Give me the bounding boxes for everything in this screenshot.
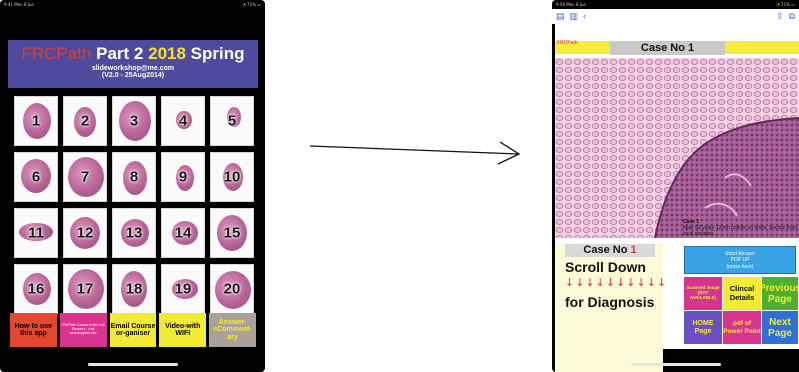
app-title: FRCPath Part 2 2018 Spring [8,44,258,64]
slide-number: 19 [174,280,192,298]
slide-number: 11 [28,224,44,242]
case-action-button[interactable]: HOME Page [684,311,722,344]
slide-number: 3 [129,112,139,130]
slide-tile[interactable]: 7 [63,152,107,202]
slide-tile[interactable]: 10 [210,152,254,202]
figure-stage: 9:41 Mon 8 Jun ◔ 71% ▭ FRCPath Part 2 20… [0,0,799,372]
slide-number: 20 [223,280,241,298]
case-label: Case No [583,244,628,256]
slide-tile[interactable]: 6 [14,152,58,202]
navigation-arrow [309,141,521,165]
slide-tile[interactable]: 19 [161,264,205,314]
case-description: Case 1 Male 52 years 12mm nodule on test… [683,219,799,237]
status-indicators: ◔ 71% ▭ [242,2,261,7]
slide-tile[interactable]: 14 [161,208,205,258]
back-chevron-icon[interactable]: ‹ [583,12,586,21]
slide-number: 7 [80,168,90,186]
title-season: Spring [190,44,245,63]
title-year: 2018 [148,44,186,63]
slide-tile[interactable]: 9 [161,152,205,202]
slide-thumbnail-grid: 1 2 3 4 5 6 7 8 9 10 11 12 13 14 15 16 17 18 19 20 [14,96,256,314]
slide-number: 14 [174,224,192,242]
slide-tile[interactable]: 8 [112,152,156,202]
short-answer-popup-button[interactable]: Short Answer POP UP (press here) [684,246,796,274]
title-frcpath: FRCPath [21,44,92,63]
status-bar: 9:56 Mon 8 Jun ◔ 71% ▭ [552,0,799,9]
title-part: Part 2 [96,44,144,63]
slide-number: 4 [178,112,188,130]
case-title: Case No 1 [610,41,725,55]
sidebar-icon[interactable]: ▤ [556,12,565,21]
slide-number: 18 [125,280,143,298]
app-version: (V2.0 - 25Aug2014) [101,72,165,79]
case-action-button[interactable]: Scanned Image (NOT AVAILABLE) [684,277,722,310]
histology-micrograph[interactable] [555,58,799,238]
view-mode-icon[interactable]: ⧉ [789,12,795,21]
slide-tile[interactable]: 12 [63,208,107,258]
slide-number: 5 [227,112,237,130]
slide-number: 13 [125,224,143,242]
slide-tile[interactable]: 11 [14,208,58,258]
slide-tile[interactable]: 2 [63,96,107,146]
contact-email: slideworkshop@me.com [91,65,175,72]
home-indicator[interactable] [630,363,721,366]
slide-tile[interactable]: 4 [161,96,205,146]
case-action-button[interactable]: pdf of Power Point [723,311,761,344]
slide-tile[interactable]: 20 [210,264,254,314]
for-diagnosis-hint: for Diagnosis [565,294,655,310]
slide-number: 9 [178,168,188,186]
slide-tile[interactable]: 15 [210,208,254,258]
status-time: 9:56 Mon 8 Jun [556,2,587,7]
menu-button[interactable]: FRCPath Course in the SoE Deanery - visi… [59,313,107,347]
status-indicators: ◔ 71% ▭ [776,2,795,7]
slide-tile[interactable]: 17 [63,264,107,314]
case-action-button[interactable]: Next Page [762,311,798,344]
library-icon[interactable]: ▥ [570,12,579,21]
case-action-buttons: Scanned Image (NOT AVAILABLE) Clincal Det… [684,277,798,344]
home-indicator[interactable] [87,363,178,366]
case-number-box: Case No 1 [565,244,655,257]
slide-tile[interactable]: 3 [112,96,156,146]
down-arrow-icons: ↓↓↓↓↓↓↓↓↓↓ [565,276,668,289]
ipad-case-screen: 9:56 Mon 8 Jun ◔ 71% ▭ ▤ ▥ ‹ ⇪ ⧉ FRCPath… [552,0,799,372]
slide-number: 12 [76,224,94,242]
menu-button[interactable]: Answer-sComment-ary [209,313,256,347]
slide-number: 8 [129,168,139,186]
share-icon[interactable]: ⇪ [776,12,784,21]
ipad-home-screen: 9:41 Mon 8 Jun ◔ 71% ▭ FRCPath Part 2 20… [0,0,265,372]
menu-button[interactable]: How to use this app [10,313,57,347]
case-action-button[interactable]: Clincal Details [723,277,761,310]
case-number: 1 [630,244,637,256]
reader-toolbar: ▤ ▥ ‹ ⇪ ⧉ [552,9,799,24]
home-menu-buttons: How to use this app FRCPath Course in the… [10,313,256,347]
status-bar: 9:41 Mon 8 Jun ◔ 71% ▭ [0,0,265,9]
popup-line-3: (press here) [726,263,754,270]
status-time: 9:41 Mon 8 Jun [4,2,35,7]
slide-number: 15 [223,224,241,242]
slide-number: 10 [223,168,241,186]
slide-number: 1 [31,112,41,130]
slide-tile[interactable]: 1 [14,96,58,146]
menu-button[interactable]: Video-with WIFI [159,313,207,347]
slide-tile[interactable]: 18 [112,264,156,314]
slide-tile[interactable]: 5 [210,96,254,146]
slide-number: 16 [27,280,45,298]
frcpath-tag: FRCPath [557,40,578,46]
slide-tile[interactable]: 16 [14,264,58,314]
slide-number: 6 [31,168,41,186]
app-title-banner: FRCPath Part 2 2018 Spring slideworkshop… [8,40,258,88]
slide-number: 2 [80,112,90,130]
slide-number: 17 [76,280,94,298]
case-side-panel: Case No 1 Scroll Down ↓↓↓↓↓↓↓↓↓↓ for Dia… [555,243,666,372]
case-action-button[interactable]: Previous Page [762,277,798,310]
slide-tile[interactable]: 13 [112,208,156,258]
menu-button[interactable]: Email Course or-ganiser [109,313,157,347]
case-info-text: Male 52 years 12mm nodule on testis. Sec… [683,225,797,237]
scroll-down-hint: Scroll Down [565,259,646,275]
